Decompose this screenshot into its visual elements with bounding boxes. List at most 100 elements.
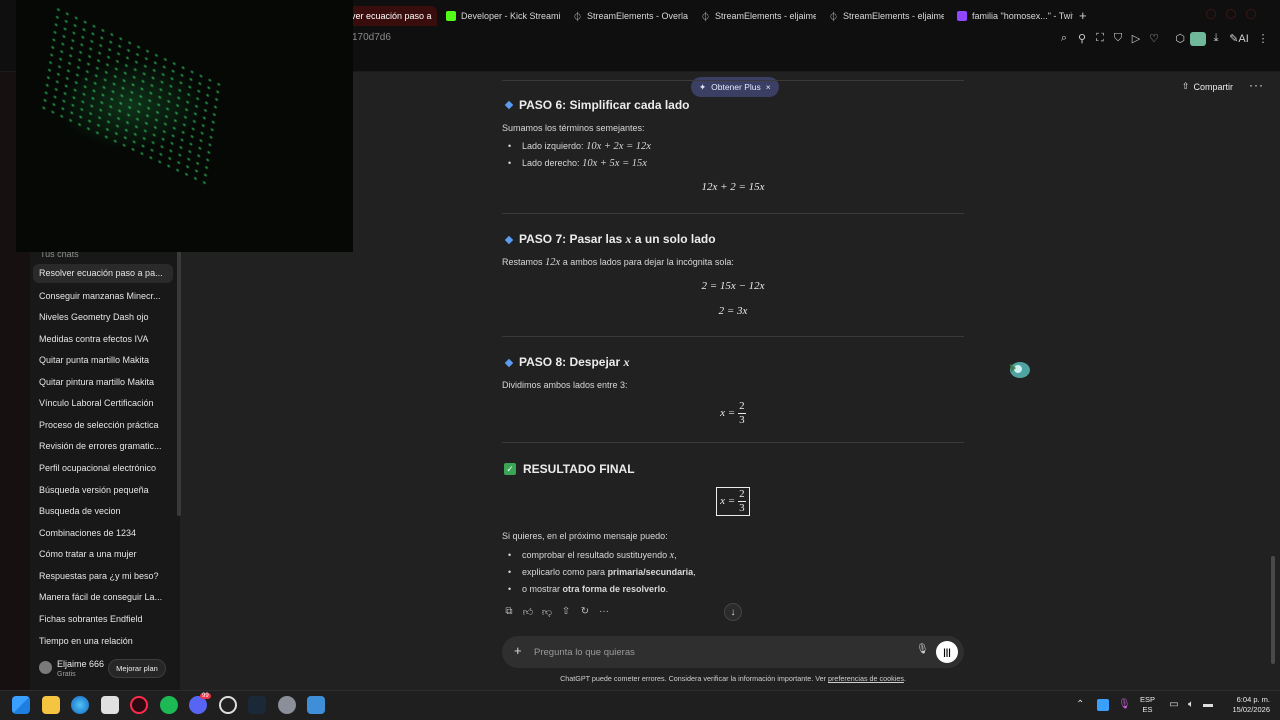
maximize-icon[interactable]: [1226, 9, 1236, 19]
sidebar-chat-item[interactable]: Busqueda de vecion: [39, 506, 175, 516]
network-icon[interactable]: ▭: [1168, 699, 1180, 711]
main-scrollbar[interactable]: [1271, 556, 1275, 664]
clock[interactable]: 6:04 p. m. 15/02/2026: [1222, 695, 1270, 715]
heart-icon[interactable]: ♡: [1147, 32, 1161, 45]
copy-icon[interactable]: ⧉: [503, 606, 515, 617]
microphone-tray-icon[interactable]: 🎙︎: [1118, 699, 1131, 711]
divider: [502, 336, 964, 337]
streamelements-icon: ⏀: [573, 11, 583, 22]
shield-icon[interactable]: ⛉: [1111, 32, 1125, 45]
sidebar-chat-item[interactable]: Resolver ecuación paso a pa...: [33, 264, 173, 283]
steam-icon[interactable]: [248, 696, 266, 714]
scroll-down-button[interactable]: ↓: [724, 603, 742, 621]
ai-icon[interactable]: ✎AI: [1229, 32, 1249, 45]
play-icon[interactable]: ▷: [1129, 32, 1143, 45]
step-6-heading: PASO 6: Simplificar cada lado: [504, 98, 690, 112]
tab-streamelements-2[interactable]: ⏀ StreamElements - eljaime: [829, 6, 944, 26]
sidebar-scrollbar[interactable]: [177, 248, 181, 516]
sticker-character-icon: [1010, 362, 1030, 378]
sidebar-chat-item[interactable]: Perfil ocupacional electrónico: [39, 463, 175, 473]
sidebar-chat-item[interactable]: Quitar punta martillo Makita: [39, 355, 175, 365]
file-explorer-icon[interactable]: [42, 696, 60, 714]
obs-icon[interactable]: [219, 696, 237, 714]
twitch-icon: [957, 11, 967, 21]
language-indicator[interactable]: ESP ES: [1140, 695, 1155, 715]
tab-kick[interactable]: Developer - Kick Streamin: [446, 6, 561, 26]
voice-mode-button[interactable]: |||: [936, 641, 958, 663]
tab-streamelements-overlay[interactable]: ⏀ StreamElements - Overlay: [573, 6, 688, 26]
share-icon[interactable]: ⇧: [560, 606, 572, 617]
sidebar-chat-item[interactable]: Proceso de selección práctica: [39, 420, 175, 430]
extensions-icon[interactable]: ⬡: [1173, 32, 1187, 45]
app-icon[interactable]: [307, 696, 325, 714]
text: explicarlo como para: [522, 567, 606, 577]
minimize-icon[interactable]: [1206, 9, 1216, 19]
regenerate-icon[interactable]: ↻: [579, 606, 591, 617]
new-tab-button[interactable]: +: [1079, 8, 1087, 23]
fraction: 2 3: [737, 489, 746, 514]
volume-icon[interactable]: 🔈︎: [1185, 699, 1197, 711]
tab-twitch[interactable]: familia "homosex..." - Twit: [957, 6, 1073, 26]
download-icon[interactable]: ⤓: [1209, 32, 1223, 45]
sidebar-chat-item[interactable]: Búsqueda versión pequeña: [39, 485, 175, 495]
step-7-heading: PASO 7: Pasar las x a un solo lado: [504, 232, 716, 247]
tab-label: StreamElements - Overlay: [587, 11, 688, 21]
battery-icon[interactable]: ▬: [1202, 699, 1214, 711]
settings-icon[interactable]: [278, 696, 296, 714]
spotify-icon[interactable]: [160, 696, 178, 714]
conversation-more-button[interactable]: ···: [1249, 78, 1264, 92]
close-window-icon[interactable]: [1246, 9, 1256, 19]
tab-chatgpt[interactable]: ver ecuación paso a: [345, 6, 437, 26]
more-icon[interactable]: ···: [598, 606, 610, 617]
thumbs-up-icon[interactable]: 👍︎: [522, 606, 534, 618]
search-icon[interactable]: ⌕: [1057, 32, 1071, 45]
user-name[interactable]: Eljaime 666: [57, 659, 104, 669]
pin-icon[interactable]: ⚲: [1075, 32, 1089, 45]
kick-icon: [446, 11, 456, 21]
text: ,: [693, 567, 696, 577]
more-icon[interactable]: ⋮: [1256, 32, 1270, 45]
text: ,: [674, 550, 677, 560]
sidebar-chat-item[interactable]: Cómo tratar a una mujer: [39, 549, 175, 559]
tray-app-icon[interactable]: [1097, 699, 1109, 711]
sidebar-chat-item[interactable]: Conseguir manzanas Minecr...: [39, 291, 175, 301]
microphone-icon[interactable]: 🎙︎: [916, 644, 929, 655]
step-title: PASO 7: Pasar las x a un solo lado: [519, 232, 716, 247]
sidebar-chat-item[interactable]: Revisión de errores gramatic...: [39, 441, 175, 451]
edge-icon[interactable]: [71, 696, 89, 714]
store-icon[interactable]: [101, 696, 119, 714]
sidebar-chat-item[interactable]: Combinaciones de 1234: [39, 528, 175, 538]
denominator: 3: [739, 414, 745, 426]
sidebar-chat-item[interactable]: Niveles Geometry Dash ojo: [39, 312, 175, 322]
opera-gx-icon[interactable]: [130, 696, 148, 714]
add-attachment-button[interactable]: +: [514, 643, 522, 658]
tab-streamelements-1[interactable]: ⏀ StreamElements - eljaime: [701, 6, 816, 26]
thumbs-down-icon[interactable]: 👎︎: [541, 606, 553, 618]
prompt-input[interactable]: [534, 643, 904, 661]
composer: + 🎙︎ |||: [502, 636, 964, 668]
time: 6:04 p. m.: [1236, 695, 1270, 704]
avatar[interactable]: [39, 661, 52, 674]
windows-start-icon[interactable]: [12, 696, 30, 714]
profile-icon[interactable]: [1190, 32, 1206, 46]
sidebar-chat-item[interactable]: Vínculo Laboral Certificación: [39, 398, 175, 408]
sidebar-chat-item[interactable]: Tiempo en una relación: [39, 636, 175, 646]
tab-label: ver ecuación paso a: [351, 11, 432, 21]
sidebar-chat-item[interactable]: Quitar pintura martillo Makita: [39, 377, 175, 387]
sidebar-chat-item[interactable]: Manera fácil de conseguir La...: [39, 592, 175, 602]
tab-label: familia "homosex..." - Twit: [972, 11, 1073, 21]
divider: [502, 442, 964, 443]
share-button[interactable]: ⇧ Compartir: [1182, 81, 1233, 92]
upgrade-plan-button[interactable]: Mejorar plan: [108, 659, 166, 678]
chevron-up-icon[interactable]: ⌃: [1076, 699, 1084, 710]
keyboard-image: [39, 3, 223, 187]
sidebar-chat-item[interactable]: Medidas contra efectos IVA: [39, 334, 175, 344]
crop-icon[interactable]: ⛶: [1093, 32, 1107, 45]
final-result-heading: ✓ RESULTADO FINAL: [504, 462, 635, 476]
sidebar-chat-item[interactable]: Fichas sobrantes Endfield: [39, 614, 175, 624]
sidebar-chat-item[interactable]: Respuestas para ¿y mi beso?: [39, 571, 175, 581]
cookie-preferences-link[interactable]: preferencias de cookies: [828, 674, 904, 683]
ai-label: AI: [1238, 33, 1249, 45]
share-icon: ⇧: [1182, 81, 1190, 91]
url-field[interactable]: 170d7d6: [352, 32, 391, 43]
